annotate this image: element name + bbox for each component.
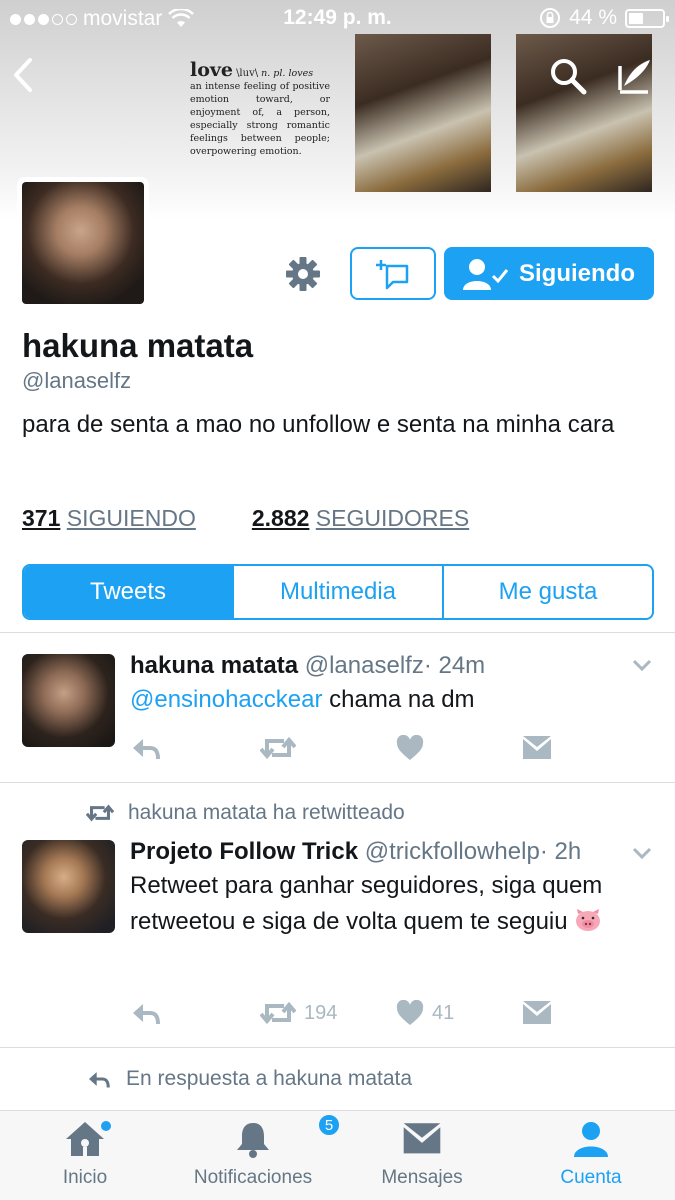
following-count: 371 <box>22 505 61 531</box>
tweet-body: Retweet para ganhar seguidores, siga que… <box>130 872 603 935</box>
retweet-icon <box>86 804 114 822</box>
tab-messages-label: Mensajes <box>381 1167 463 1188</box>
envelope-icon <box>403 1123 441 1154</box>
banner-word: love <box>190 59 234 81</box>
tab-notifications-label: Notificaciones <box>193 1167 313 1188</box>
following-stat[interactable]: 371 SIGUIENDO <box>22 505 196 532</box>
tweet-author-handle: @lanaselfz <box>304 652 424 679</box>
tab-notifications[interactable]: 5 Notificaciones <box>180 1111 341 1200</box>
profile-bio: para de senta a mao no unfollow e senta … <box>22 411 615 438</box>
bottom-tab-bar: Inicio 5 Notificaciones Mensajes Cuenta <box>0 1110 675 1200</box>
divider <box>0 1047 675 1048</box>
profile-stats: 371 SIGUIENDO 2.882 SEGUIDORES <box>22 505 469 532</box>
followers-label: SEGUIDORES <box>315 505 470 531</box>
chevron-down-icon[interactable] <box>631 657 653 673</box>
reply-icon <box>133 1004 160 1025</box>
banner-pronunciation: \luv\ <box>236 68 259 79</box>
message-plus-icon <box>376 259 409 289</box>
tweet-actions <box>130 735 650 765</box>
tweet-avatar[interactable] <box>22 840 115 933</box>
reply-context: En respuesta a hakuna matata <box>86 1067 412 1091</box>
retweet-icon <box>260 1001 296 1025</box>
banner-pos: n. pl. loves <box>261 68 314 79</box>
like-button[interactable]: 41 <box>396 1000 454 1026</box>
envelope-icon <box>523 1001 551 1024</box>
tweet-text: Retweet para ganhar seguidores, siga que… <box>130 868 650 940</box>
tweet-body: chama na dm <box>322 686 475 713</box>
battery-percent: 44 % <box>569 6 617 29</box>
tweet-avatar[interactable] <box>22 654 115 747</box>
bell-icon <box>237 1123 269 1158</box>
reply-button[interactable] <box>130 735 162 761</box>
banner-definition-text: an intense feeling of positive emotion t… <box>190 81 330 157</box>
direct-message-button[interactable] <box>350 247 436 300</box>
person-icon <box>574 1122 608 1157</box>
tab-home-label: Inicio <box>62 1167 108 1188</box>
following-label: SIGUIENDO <box>66 505 196 531</box>
tab-tweets[interactable]: Tweets <box>24 566 232 618</box>
divider <box>0 632 675 633</box>
tweet-author-name: hakuna matata <box>130 652 299 679</box>
following-button[interactable]: Siguiendo <box>444 247 654 300</box>
compose-icon <box>618 60 650 94</box>
profile-name: hakuna matata <box>22 327 254 364</box>
tweet-header: Projeto Follow Trick @trickfollowhelp· 2… <box>130 838 581 866</box>
tab-account[interactable]: Cuenta <box>540 1111 642 1200</box>
divider <box>0 782 675 783</box>
back-button[interactable] <box>10 56 36 99</box>
like-count: 41 <box>432 1001 455 1024</box>
following-button-label: Siguiendo <box>519 259 635 287</box>
notifications-badge: 5 <box>317 1113 341 1137</box>
reply-button[interactable] <box>130 1000 162 1026</box>
followers-stat[interactable]: 2.882 SEGUIDORES <box>252 505 469 532</box>
tweet-mention[interactable]: @ensinohacckear <box>130 686 322 713</box>
gear-icon <box>286 257 320 291</box>
new-content-dot <box>101 1121 111 1131</box>
battery-icon <box>625 8 669 28</box>
tab-multimedia[interactable]: Multimedia <box>232 566 442 618</box>
followers-count: 2.882 <box>251 505 310 531</box>
tweet-author-handle: @trickfollowhelp <box>364 838 540 865</box>
envelope-icon <box>523 736 551 759</box>
retweet-context: hakuna matata ha retwitteado <box>86 801 405 825</box>
status-bar: movistar 12:49 p. m. 44 % <box>0 0 675 38</box>
compose-button[interactable] <box>614 56 654 101</box>
tweet-text: @ensinohacckear chama na dm <box>130 682 650 718</box>
heart-icon <box>396 1000 424 1025</box>
rotation-lock-icon <box>540 8 561 28</box>
retweet-button[interactable] <box>260 735 296 761</box>
reply-icon <box>133 739 160 760</box>
tab-messages[interactable]: Mensajes <box>366 1111 478 1200</box>
direct-message-share-button[interactable] <box>522 1000 552 1026</box>
search-button[interactable] <box>548 56 588 101</box>
retweet-context-text: hakuna matata ha retwitteado <box>128 801 405 824</box>
reply-context-text: En respuesta a hakuna matata <box>126 1067 413 1090</box>
profile-avatar[interactable] <box>17 177 149 309</box>
settings-button[interactable] <box>285 256 321 297</box>
retweet-icon <box>260 736 296 760</box>
search-icon <box>551 59 587 95</box>
profile-tabs: Tweets Multimedia Me gusta <box>22 564 654 620</box>
chevron-down-icon[interactable] <box>631 845 653 861</box>
tab-home[interactable]: Inicio <box>30 1111 140 1200</box>
direct-message-share-button[interactable] <box>522 735 552 761</box>
banner-photo-1 <box>355 34 491 192</box>
pig-face-icon <box>576 909 601 931</box>
profile-handle: @lanaselfz <box>22 368 132 393</box>
tweet-actions: 194 41 <box>130 1000 650 1030</box>
chevron-left-icon <box>14 58 32 92</box>
tweet-author-name: Projeto Follow Trick <box>130 838 359 865</box>
retweet-count: 194 <box>304 1001 338 1024</box>
tab-account-label: Cuenta <box>560 1167 622 1188</box>
tweet-time: · 2h <box>539 838 582 865</box>
banner-definition: love \luv\ n. pl. loves an intense feeli… <box>190 61 330 158</box>
heart-icon <box>396 735 424 760</box>
tweet-time: · 24m <box>423 652 486 679</box>
tweet-header: hakuna matata @lanaselfz· 24m <box>130 652 485 680</box>
reply-icon <box>89 1072 110 1088</box>
like-button[interactable] <box>396 735 424 761</box>
person-check-icon <box>463 258 509 290</box>
tab-likes[interactable]: Me gusta <box>442 566 652 618</box>
retweet-button[interactable]: 194 <box>260 1000 337 1026</box>
